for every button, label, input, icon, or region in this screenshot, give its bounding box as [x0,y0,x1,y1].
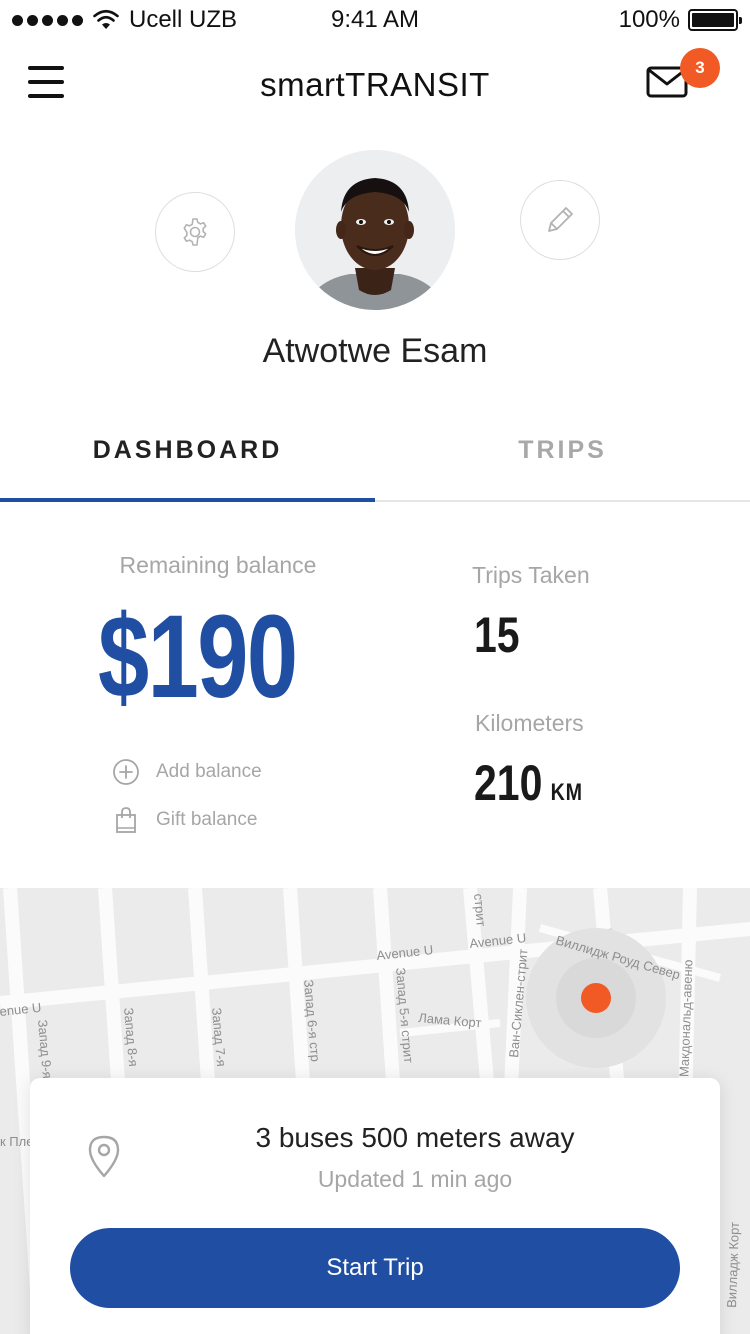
gift-balance-button[interactable]: Gift balance [112,806,257,834]
add-balance-button[interactable]: Add balance [112,758,262,786]
kilometers-stat: 210 KM [474,754,583,812]
edit-profile-button[interactable] [520,180,600,260]
notification-badge[interactable]: 3 [680,48,720,88]
settings-button[interactable] [155,192,235,272]
shopping-bag-icon [112,806,140,834]
kilometers-unit: KM [550,779,583,806]
tab-bar: DASHBOARD TRIPS [0,400,750,502]
pencil-icon [548,207,573,232]
app-title: smartTRANSIT [260,66,490,103]
street-label: к Пле [0,1134,33,1149]
last-updated-text: Updated 1 min ago [317,1166,513,1192]
tab-dashboard[interactable]: DASHBOARD [0,400,375,500]
status-bar: Ucell UZB 9:41 AM 100% [0,0,750,40]
profile-name: Atwotwe Esam [262,332,488,370]
balance-value: $190 [98,591,298,723]
kilometers-label: Kilometers [475,710,584,736]
battery-icon [688,9,742,31]
gear-icon [183,218,207,246]
trips-taken-value: 15 [474,607,520,663]
nearby-buses-card: 3 buses 500 meters away Updated 1 min ag… [30,1078,720,1334]
add-balance-label: Add balance [156,761,262,782]
battery-percent: 100% [618,6,680,33]
street-label: Вилладж Корт [724,1222,742,1308]
nav-bar: smartTRANSIT [0,40,750,130]
user-location-marker [581,983,611,1013]
plus-circle-icon [112,758,140,786]
profile-photo [295,150,455,310]
start-trip-button[interactable]: Start Trip [70,1228,680,1308]
tab-trips[interactable]: TRIPS [375,400,750,500]
balance-label: Remaining balance [119,552,317,578]
trips-taken-label: Trips Taken [472,562,590,588]
kilometers-value: 210 [474,755,543,811]
location-pin-icon [88,1135,120,1178]
status-bar-right: 100% [618,6,742,34]
gift-balance-label: Gift balance [156,809,258,830]
buses-nearby-title: 3 buses 500 meters away [255,1122,575,1153]
street-label: стрит [471,893,489,927]
active-tab-indicator [0,498,375,502]
avatar[interactable] [295,150,455,310]
